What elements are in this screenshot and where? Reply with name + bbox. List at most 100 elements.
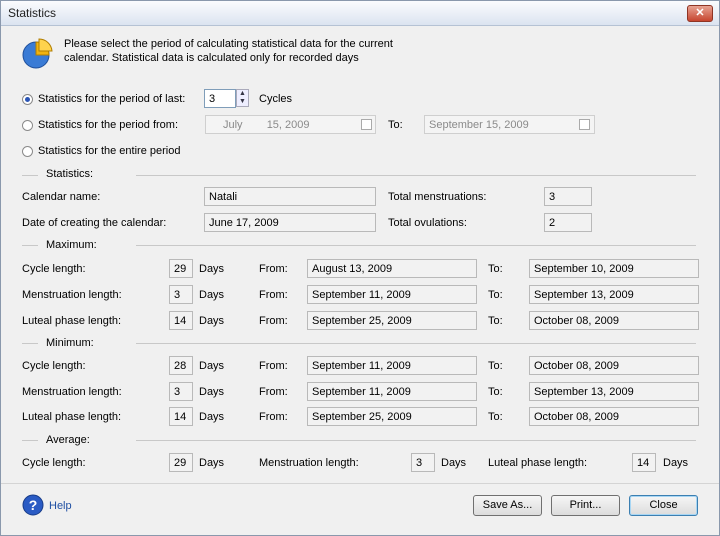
svg-text:?: ? — [29, 497, 38, 513]
help-link[interactable]: Help — [49, 500, 72, 512]
total-ovulations-value: 2 — [544, 213, 592, 232]
calendar-name-value: Natali — [204, 187, 376, 206]
min-luteal-to: October 08, 2009 — [529, 407, 699, 426]
min-menstruation-to: September 13, 2009 — [529, 382, 699, 401]
section-average: Average: — [46, 434, 90, 446]
max-cycle-value: 29 — [169, 259, 193, 278]
pie-chart-icon — [21, 38, 55, 73]
calendar-name-label: Calendar name: — [22, 191, 101, 203]
calendar-icon — [361, 119, 372, 130]
to-label: To: — [488, 263, 503, 275]
created-date-value: June 17, 2009 — [204, 213, 376, 232]
close-button[interactable]: Close — [629, 495, 698, 516]
intro-line-1: Please select the period of calculating … — [64, 38, 393, 50]
max-cycle-label: Cycle length: — [22, 263, 86, 275]
min-menstruation-from: September 11, 2009 — [307, 382, 477, 401]
calendar-icon — [579, 119, 590, 130]
section-maximum: Maximum: — [46, 239, 97, 251]
to-label: To: — [488, 386, 503, 398]
entire-period-label: Statistics for the entire period — [38, 145, 181, 157]
days-label: Days — [199, 315, 225, 327]
cycles-count-input[interactable]: 3 — [204, 89, 236, 108]
min-luteal-from: September 25, 2009 — [307, 407, 477, 426]
divider — [136, 343, 696, 344]
max-menstruation-from: September 11, 2009 — [307, 285, 477, 304]
created-date-label: Date of creating the calendar: — [22, 217, 167, 229]
from-label: From: — [259, 289, 288, 301]
days-label: Days — [663, 457, 689, 469]
period-from-label: Statistics for the period from: — [38, 119, 178, 131]
from-day: 15, 2009 — [266, 119, 310, 131]
min-luteal-label: Luteal phase length: — [22, 411, 122, 423]
footer-divider — [1, 483, 719, 484]
min-cycle-label: Cycle length: — [22, 360, 86, 372]
from-label: From: — [259, 263, 288, 275]
from-label: From: — [259, 411, 288, 423]
from-label: From: — [259, 360, 288, 372]
divider — [136, 245, 696, 246]
max-luteal-from: September 25, 2009 — [307, 311, 477, 330]
avg-menstruation-label: Menstruation length: — [259, 457, 359, 469]
divider — [22, 175, 38, 176]
max-cycle-from: August 13, 2009 — [307, 259, 477, 278]
max-luteal-label: Luteal phase length: — [22, 315, 122, 327]
radio-entire-period[interactable] — [22, 146, 33, 157]
section-minimum: Minimum: — [46, 337, 94, 349]
cycles-unit-label: Cycles — [259, 93, 293, 105]
days-label: Days — [441, 457, 467, 469]
period-to-label: To: — [388, 119, 403, 131]
help-icon[interactable]: ? — [22, 494, 44, 519]
window-close-button[interactable]: ✕ — [687, 5, 713, 22]
avg-luteal-label: Luteal phase length: — [488, 457, 588, 469]
avg-menstruation-value: 3 — [411, 453, 435, 472]
days-label: Days — [199, 360, 225, 372]
print-button[interactable]: Print... — [551, 495, 620, 516]
radio-period-last[interactable] — [22, 94, 33, 105]
total-menstruations-label: Total menstruations: — [388, 191, 487, 203]
min-cycle-value: 28 — [169, 356, 193, 375]
max-menstruation-to: September 13, 2009 — [529, 285, 699, 304]
days-label: Days — [199, 411, 225, 423]
min-menstruation-value: 3 — [169, 382, 193, 401]
to-label: To: — [488, 411, 503, 423]
avg-luteal-value: 14 — [632, 453, 656, 472]
max-luteal-value: 14 — [169, 311, 193, 330]
section-statistics: Statistics: — [46, 168, 94, 180]
title-bar: Statistics ✕ — [1, 1, 719, 26]
avg-cycle-label: Cycle length: — [22, 457, 86, 469]
min-luteal-value: 14 — [169, 407, 193, 426]
statistics-window: Statistics ✕ Please select the period of… — [0, 0, 720, 536]
divider — [136, 440, 696, 441]
max-luteal-to: October 08, 2009 — [529, 311, 699, 330]
days-label: Days — [199, 289, 225, 301]
avg-cycle-value: 29 — [169, 453, 193, 472]
from-label: From: — [259, 386, 288, 398]
period-to-date: September 15, 2009 — [424, 115, 595, 134]
to-label: To: — [488, 289, 503, 301]
days-label: Days — [199, 386, 225, 398]
divider — [136, 175, 696, 176]
min-cycle-from: September 11, 2009 — [307, 356, 477, 375]
total-menstruations-value: 3 — [544, 187, 592, 206]
intro-line-2: calendar. Statistical data is calculated… — [64, 52, 359, 64]
save-as-button[interactable]: Save As... — [473, 495, 542, 516]
min-cycle-to: October 08, 2009 — [529, 356, 699, 375]
divider — [22, 343, 38, 344]
to-label: To: — [488, 360, 503, 372]
cycles-spinner[interactable]: ▲ ▼ — [236, 89, 249, 107]
divider — [22, 245, 38, 246]
period-last-label: Statistics for the period of last: — [38, 93, 186, 105]
days-label: Days — [199, 457, 225, 469]
from-label: From: — [259, 315, 288, 327]
window-title: Statistics — [8, 6, 57, 20]
max-cycle-to: September 10, 2009 — [529, 259, 699, 278]
divider — [22, 440, 38, 441]
from-month: July — [223, 119, 243, 131]
days-label: Days — [199, 263, 225, 275]
min-menstruation-label: Menstruation length: — [22, 386, 122, 398]
max-menstruation-label: Menstruation length: — [22, 289, 122, 301]
radio-period-from[interactable] — [22, 120, 33, 131]
total-ovulations-label: Total ovulations: — [388, 217, 467, 229]
period-from-date: July 15, 2009 — [205, 115, 376, 134]
to-label: To: — [488, 315, 503, 327]
